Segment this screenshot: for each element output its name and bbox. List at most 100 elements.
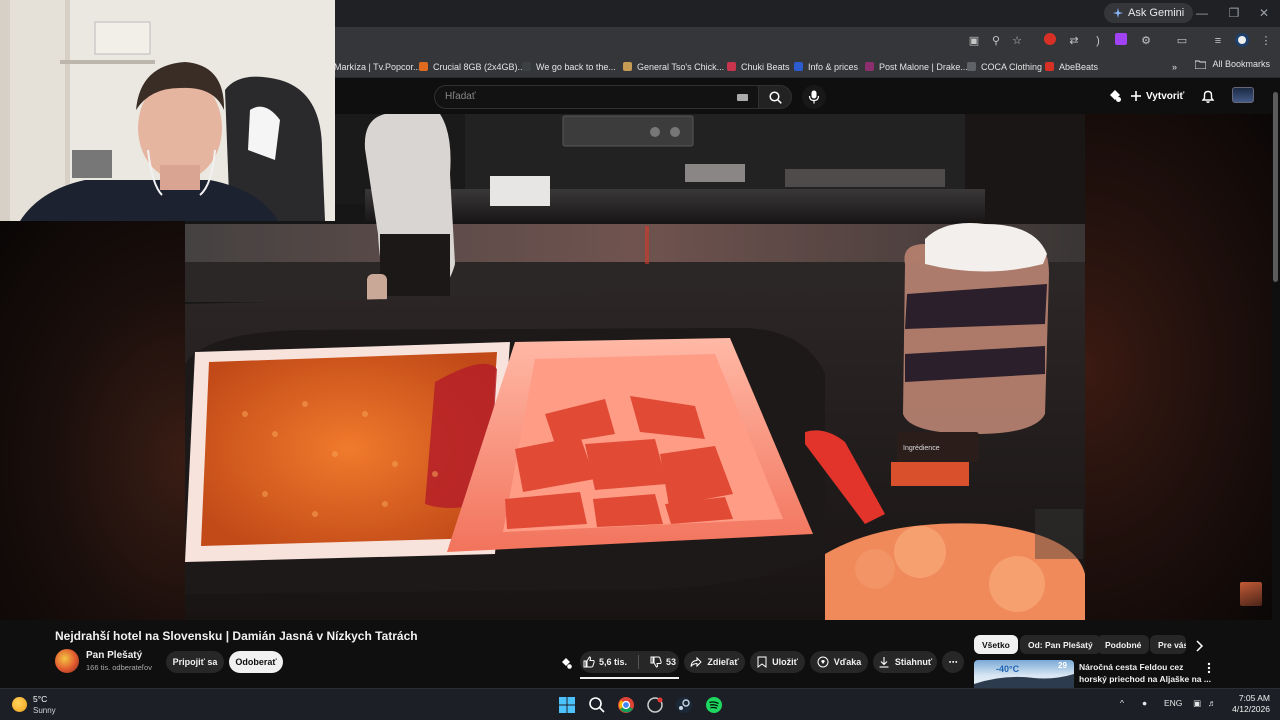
ambient-glow-right — [1085, 114, 1272, 620]
bookmark-item[interactable]: Crucial 8GB (2x4GB)... — [419, 59, 525, 74]
page-scrollbar-thumb[interactable] — [1273, 92, 1278, 282]
search-input[interactable]: Hľadať — [434, 85, 758, 109]
google-favicon-icon — [522, 62, 531, 71]
side-panel-icon[interactable]: ▭ — [1174, 33, 1190, 49]
chip-from-channel[interactable]: Od: Pan Plešatý — [1020, 635, 1101, 654]
notifications-bell-icon[interactable] — [1200, 88, 1216, 104]
cast-effects-icon[interactable] — [1107, 88, 1123, 104]
extension-red-icon[interactable] — [1042, 33, 1058, 49]
share-button[interactable]: Zdieľať — [684, 651, 745, 673]
bookmark-icon — [757, 656, 767, 668]
network-icon[interactable]: ▣ — [1193, 698, 1201, 709]
search-placeholder: Hľadať — [445, 91, 476, 102]
search-button[interactable] — [758, 85, 792, 109]
more-actions-button[interactable]: ⋯ — [942, 651, 964, 673]
extension-gray-icon[interactable]: ⇄ — [1066, 33, 1082, 49]
sun-weather-icon[interactable] — [12, 697, 27, 712]
desktop: Ask Gemini — ❐ ✕ ▣ ⚲ ☆ ⇄ ) ⚙ ▭ ≡ ⋮ Markí… — [0, 0, 1280, 720]
volume-icon[interactable]: ♬ — [1208, 698, 1217, 708]
extensions-puzzle-icon[interactable]: ⚙ — [1138, 33, 1154, 49]
bookmark-item[interactable]: COCA Clothing — [967, 59, 1042, 74]
bookmark-item[interactable]: Chuki Beats — [727, 59, 790, 74]
bookmark-item[interactable]: Info & prices — [794, 59, 858, 74]
bookmark-item[interactable]: AbeBeats — [1045, 59, 1098, 74]
bookmark-item[interactable]: We go back to the... — [522, 59, 616, 74]
bookmark-favicon-icon — [727, 62, 736, 71]
chevron-right-icon[interactable] — [1195, 640, 1205, 652]
save-button[interactable]: Uložiť — [750, 651, 805, 673]
language-indicator[interactable]: ENG — [1164, 698, 1182, 708]
minimize-button[interactable]: — — [1192, 4, 1212, 22]
bookmark-star-icon[interactable]: ☆ — [1009, 33, 1025, 49]
download-icon — [879, 657, 889, 668]
weather-condition[interactable]: Sunny — [33, 706, 56, 715]
bookmarks-overflow-icon[interactable]: » — [1172, 59, 1177, 74]
profile-avatar-icon[interactable] — [1234, 33, 1250, 49]
bookmark-favicon-icon — [623, 62, 632, 71]
browser-menu-icon[interactable]: ⋮ — [1258, 33, 1274, 49]
ask-gemini-label: Ask Gemini — [1128, 7, 1185, 19]
bookmark-item[interactable]: General Tso's Chick... — [623, 59, 724, 74]
keyboard-icon[interactable] — [737, 94, 748, 101]
chip-for-you[interactable]: Pre vás — [1150, 635, 1186, 654]
voice-search-button[interactable] — [802, 85, 826, 109]
recommendation-thumbnail-art: -40°C 29 — [974, 661, 1074, 688]
account-avatar[interactable] — [1232, 87, 1254, 103]
like-dislike-group: 5,6 tis. 53 — [580, 651, 679, 673]
thanks-button[interactable]: Vďaka — [810, 651, 868, 673]
webcam-scene — [0, 0, 335, 221]
extension-purple-icon[interactable] — [1113, 33, 1129, 49]
chrome-taskbar-icon[interactable] — [617, 696, 635, 714]
bookmark-item[interactable]: Post Malone | Drake... — [865, 59, 968, 74]
weather-temperature[interactable]: 5°C — [33, 694, 47, 704]
like-button[interactable]: 5,6 tis. — [583, 656, 627, 668]
tray-overflow-icon[interactable]: ^ — [1120, 698, 1124, 708]
install-app-icon[interactable]: ▣ — [966, 33, 982, 49]
jar-label: Ingrédience — [903, 445, 940, 452]
dislike-button[interactable]: 53 — [650, 656, 676, 668]
bookmark-favicon-icon — [794, 62, 803, 71]
chip-related[interactable]: Podobné — [1097, 635, 1150, 654]
subscribe-button[interactable]: Odoberať — [229, 651, 283, 673]
like-progress-underline — [580, 677, 679, 679]
taskbar-search-icon[interactable] — [588, 696, 606, 714]
thumbs-down-icon — [650, 656, 662, 668]
media-controls-icon[interactable]: ≡ — [1210, 33, 1226, 49]
extension-blue-icon[interactable]: ) — [1090, 33, 1106, 49]
ambient-glow-left — [0, 221, 185, 620]
all-bookmarks-button[interactable]: All Bookmarks — [1195, 59, 1270, 69]
restore-button[interactable]: ❐ — [1224, 4, 1244, 22]
recommendation-title[interactable]: Náročná cesta Feldou cez horský priechod… — [1079, 661, 1211, 685]
create-button[interactable]: Vytvoriť — [1130, 87, 1184, 105]
mini-player-thumbnail[interactable] — [1240, 582, 1262, 606]
join-button[interactable]: Pripojiť sa — [166, 651, 224, 673]
zoom-icon[interactable]: ⚲ — [988, 33, 1004, 49]
bookmark-favicon-icon — [865, 62, 874, 71]
bookmark-favicon-icon — [1045, 62, 1054, 71]
subscriber-count: 166 tis. odberateľov — [86, 663, 152, 672]
like-divider — [637, 655, 639, 669]
more-horizontal-icon: ⋯ — [948, 656, 958, 667]
tray-microphone-icon[interactable]: ● — [1142, 698, 1147, 708]
webcam-overlay — [0, 0, 335, 221]
video-details: Nejdrahší hotel na Slovensku | Damián Ja… — [0, 620, 1272, 688]
close-button[interactable]: ✕ — [1254, 4, 1274, 22]
folder-icon — [1195, 60, 1207, 69]
windows-start-icon[interactable] — [558, 696, 576, 714]
channel-name[interactable]: Pan Plešatý — [86, 650, 142, 661]
steam-taskbar-icon[interactable] — [675, 696, 693, 714]
ask-gemini-button[interactable]: Ask Gemini — [1104, 3, 1194, 23]
svg-text:-40°C: -40°C — [996, 664, 1020, 674]
ai-sparkle-icon[interactable] — [559, 656, 573, 670]
app-taskbar-icon[interactable] — [646, 696, 664, 714]
bookmark-item[interactable]: Markíza | Tv.Popcor... — [320, 59, 421, 74]
bookmark-favicon-icon — [967, 62, 976, 71]
download-button[interactable]: Stiahnuť — [873, 651, 937, 673]
taskbar-clock[interactable]: 7:05 AM 4/12/2026 — [1228, 693, 1270, 715]
recommendation-thumbnail[interactable]: -40°C 29 — [974, 660, 1074, 688]
spotify-taskbar-icon[interactable] — [705, 696, 723, 714]
plus-icon — [1131, 91, 1141, 101]
recommendation-menu-icon[interactable] — [1206, 662, 1212, 674]
chip-all[interactable]: Všetko — [974, 635, 1018, 654]
channel-avatar[interactable] — [55, 649, 79, 673]
